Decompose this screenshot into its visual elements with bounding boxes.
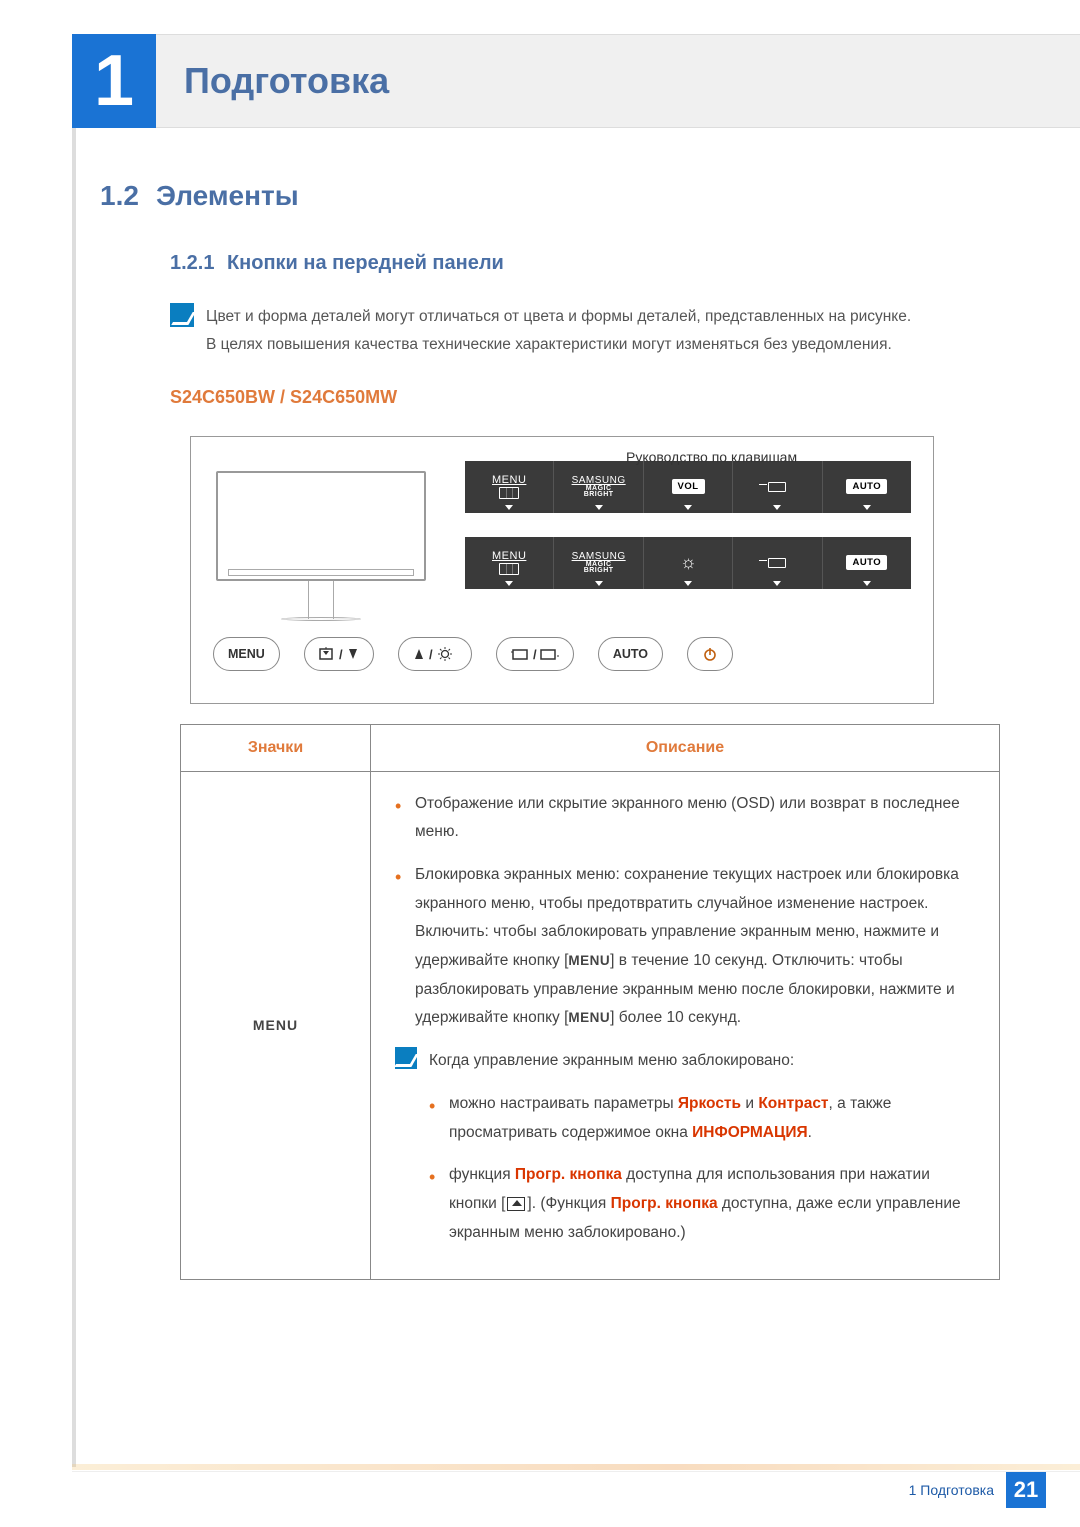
left-gutter-rule: [72, 128, 76, 1467]
dropdown-arrow-icon: [773, 505, 781, 510]
osd-button-label: AUTO: [846, 555, 887, 570]
monitor-illustration: [213, 471, 429, 621]
section-title: Элементы: [156, 180, 299, 212]
subsection-title: Кнопки на передней панели: [227, 252, 504, 274]
osd-cell-vol: VOL: [643, 461, 732, 513]
osd-sub: BRIGHT: [584, 568, 614, 574]
dropdown-arrow-icon: [595, 505, 603, 510]
osd-cell-magic-bright: SAMSUNG MAGIC BRIGHT: [553, 537, 642, 589]
text-fragment: ]. (Функция: [527, 1195, 610, 1212]
footer-page-number: 21: [1006, 1472, 1046, 1508]
subsection-heading: 1.2.1 Кнопки на передней панели: [170, 252, 1010, 275]
section-heading: 1.2 Элементы: [100, 180, 1010, 212]
note-line: Цвет и форма деталей могут отличаться от…: [206, 303, 911, 331]
dropdown-arrow-icon: [773, 581, 781, 586]
dropdown-arrow-icon: [684, 581, 692, 586]
source-icon: [768, 482, 786, 492]
monitor-screen: [216, 471, 426, 581]
note-icon: [170, 303, 194, 327]
keyword: Прогр. кнопка: [515, 1166, 622, 1183]
keyword: Яркость: [678, 1095, 741, 1112]
osd-cell-source: [732, 537, 821, 589]
dropdown-arrow-icon: [863, 581, 871, 586]
dropdown-arrow-icon: [863, 505, 871, 510]
front-buttons-diagram: Руководство по клавишам MENU: [190, 436, 934, 704]
osd-label: MENU: [492, 474, 526, 486]
sub-bullet-item: функция Прогр. кнопка доступна для испол…: [429, 1161, 975, 1247]
source-button: /: [496, 637, 574, 671]
source-icon: [768, 558, 786, 568]
svg-text:/: /: [533, 647, 537, 662]
model-heading: S24C650BW / S24C650MW: [170, 387, 1010, 408]
power-button: [687, 637, 733, 671]
inline-note: Когда управление экранным меню заблокиро…: [395, 1047, 975, 1261]
keyword: ИНФОРМАЦИЯ: [692, 1124, 807, 1141]
footer-chapter-label: 1 Подготовка: [909, 1482, 994, 1498]
menu-keyword: MENU: [568, 953, 610, 968]
page-content: 1.2 Элементы 1.2.1 Кнопки на передней па…: [100, 180, 1010, 1280]
menu-button: MENU: [213, 637, 280, 671]
row-description-cell: Отображение или скрытие экранного меню (…: [371, 771, 1000, 1279]
osd-cell-auto: AUTO: [822, 537, 911, 589]
brightness-icon: [680, 555, 696, 571]
up-bright-button: /: [398, 637, 472, 671]
dropdown-arrow-icon: [595, 581, 603, 586]
sub-bullet-item: можно настраивать параметры Яркость и Ко…: [429, 1090, 975, 1147]
custom-up-icon: [507, 1197, 525, 1211]
text-fragment: и: [741, 1095, 758, 1112]
osd-cell-source: [732, 461, 821, 513]
diagram-top-row: MENU SAMSUNG MAGIC BRIGHT VOL: [213, 457, 911, 621]
monitor-stand: [308, 581, 334, 619]
table-header-icons: Значки: [181, 724, 371, 771]
svg-text:/: /: [429, 647, 433, 662]
svg-text:/: /: [339, 647, 343, 662]
note-text: Цвет и форма деталей могут отличаться от…: [206, 303, 911, 359]
osd-button-label: AUTO: [846, 479, 887, 494]
osd-label: MENU: [492, 550, 526, 562]
monitor-base: [281, 617, 361, 621]
text-fragment: функция: [449, 1166, 515, 1183]
keyword: Прогр. кнопка: [611, 1195, 718, 1212]
note-lead: Когда управление экранным меню заблокиро…: [429, 1047, 975, 1076]
osd-cell-menu: MENU: [465, 537, 553, 589]
page-footer: 1 Подготовка 21: [72, 1471, 1080, 1507]
menu-keyword: MENU: [568, 1010, 610, 1025]
monitor-button-strip: [228, 569, 414, 576]
osd-bar-2: MENU SAMSUNG MAGIC BRIGHT: [465, 537, 911, 589]
osd-bar-1: MENU SAMSUNG MAGIC BRIGHT VOL: [465, 461, 911, 513]
text-fragment: .: [808, 1124, 812, 1141]
bullet-item: Блокировка экранных меню: сохранение тек…: [395, 861, 975, 1033]
chapter-number-badge: 1: [72, 34, 156, 128]
dropdown-arrow-icon: [505, 505, 513, 510]
chapter-header: 1 Подготовка: [72, 34, 1080, 128]
osd-sub: BRIGHT: [584, 492, 614, 498]
osd-cell-brightness: [643, 537, 732, 589]
osd-cell-auto: AUTO: [822, 461, 911, 513]
table-row: MENU Отображение или скрытие экранного м…: [181, 771, 1000, 1279]
osd-bars: MENU SAMSUNG MAGIC BRIGHT VOL: [465, 457, 911, 613]
footer-divider: [72, 1464, 1080, 1470]
bullet-item: Отображение или скрытие экранного меню (…: [395, 790, 975, 847]
osd-cell-menu: MENU: [465, 461, 553, 513]
button-row: MENU / / / AUTO: [213, 637, 911, 671]
osd-button-label: VOL: [672, 479, 705, 494]
inline-note-body: Когда управление экранным меню заблокиро…: [429, 1047, 975, 1261]
note-icon: [395, 1047, 417, 1069]
description-table: Значки Описание MENU Отображение или скр…: [180, 724, 1000, 1280]
note-block: Цвет и форма деталей могут отличаться от…: [170, 303, 1010, 359]
custom-down-button: /: [304, 637, 374, 671]
table-header-description: Описание: [371, 724, 1000, 771]
auto-button: AUTO: [598, 637, 663, 671]
chapter-title: Подготовка: [184, 60, 389, 102]
section-number: 1.2: [100, 180, 156, 212]
text-fragment: можно настраивать параметры: [449, 1095, 678, 1112]
row-icon-cell: MENU: [181, 771, 371, 1279]
dropdown-arrow-icon: [505, 581, 513, 586]
dropdown-arrow-icon: [684, 505, 692, 510]
osd-cell-magic-bright: SAMSUNG MAGIC BRIGHT: [553, 461, 642, 513]
note-line: В целях повышения качества технические х…: [206, 331, 911, 359]
subsection-number: 1.2.1: [170, 252, 214, 274]
text-fragment: ] более 10 секунд.: [610, 1009, 741, 1026]
keyword: Контраст: [758, 1095, 828, 1112]
